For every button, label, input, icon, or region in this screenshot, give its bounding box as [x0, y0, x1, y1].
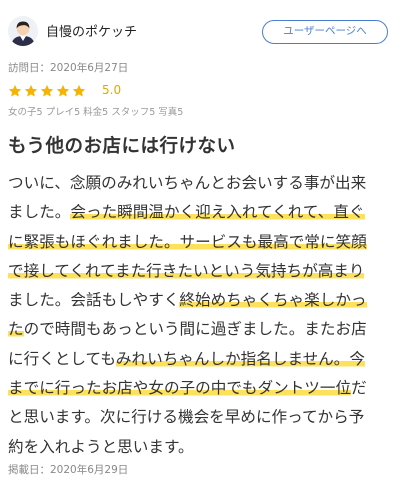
star-icon — [72, 84, 86, 97]
avatar-person-icon — [8, 16, 38, 46]
body-text-segment: と思います。次に行ける機会を早めに作ってから予 — [8, 408, 365, 427]
review-body-line: 約を入れようと思います。 — [8, 433, 396, 462]
visit-date: 訪問日：2020年6月27日 — [8, 62, 129, 74]
user-page-button[interactable]: ユーザーページへ — [262, 20, 388, 44]
highlighted-text: 終始めちゃくちゃ楽しかっ — [179, 291, 367, 310]
review-body-line: に行くとしてもみれいちゃんしか指名しません。今 — [8, 345, 396, 374]
review-title: もう他のお店には行けない — [8, 136, 236, 157]
review-body-line: ついに、念願のみれいちゃんとお会いする事が出来 — [8, 169, 396, 198]
highlighted-text: で接してくれてまた行きたいという気持ちが高まり — [8, 261, 365, 280]
star-icon — [40, 84, 54, 97]
body-text-segment: ついに、念願のみれいちゃんとお会いする事が出来 — [8, 174, 367, 192]
review-body-line: までに行ったお店や女の子の中でもダントツ一位だ — [8, 374, 396, 403]
review-body-line: に緊張もほぐれました。サービスも最高で常に笑顔 — [8, 228, 396, 257]
star-rating — [8, 84, 88, 98]
highlighted-text: までに行ったお店や女の子の中でもダントツ一位 — [8, 379, 352, 398]
reviewer-header: 自慢のポケッチ ユーザーページへ — [0, 0, 401, 60]
body-text-segment: 約を入れようと思います。 — [8, 437, 194, 456]
body-text-segment: ので時間もあっという間に過ぎました。またお店 — [23, 320, 367, 339]
highlighted-text: た — [8, 320, 24, 339]
sub-ratings: 女の子5 プレイ5 料金5 スタッフ5 写真5 — [8, 107, 184, 118]
star-icon — [24, 84, 38, 97]
review-body-line: と思います。次に行ける機会を早めに作ってから予 — [8, 403, 396, 432]
highlighted-text: みれいちゃんしか指名しません。今 — [115, 349, 365, 368]
highlighted-text: 会った瞬間温かく迎え入れてくれて、直ぐ — [70, 203, 365, 222]
body-text-segment: ました。 — [8, 203, 71, 222]
highlighted-text: サービスも最高で常に笑顔 — [179, 232, 367, 251]
body-text-segment: ました。会話もしやすく — [8, 291, 180, 310]
star-icon — [8, 84, 22, 97]
body-text-segment: に行くとしても — [8, 349, 116, 368]
review-body-line: で接してくれてまた行きたいという気持ちが高まり — [8, 257, 396, 286]
rating-value: 5.0 — [102, 83, 122, 97]
body-text-segment: だ — [351, 379, 367, 398]
review-body: ついに、念願のみれいちゃんとお会いする事が出来 ました。会った瞬間温かく迎え入れて… — [8, 169, 396, 462]
review-body-line: たので時間もあっという間に過ぎました。またお店 — [8, 315, 396, 344]
user-avatar[interactable] — [8, 16, 38, 46]
star-icon — [56, 84, 70, 97]
username[interactable]: 自慢のポケッチ — [46, 21, 137, 40]
review-body-line: ました。会話もしやすく終始めちゃくちゃ楽しかっ — [8, 286, 396, 315]
highlighted-text: に緊張もほぐれました。 — [8, 232, 180, 251]
posted-date: 掲載日：2020年6月29日 — [8, 464, 129, 476]
review-body-line: ました。会った瞬間温かく迎え入れてくれて、直ぐ — [8, 198, 396, 227]
